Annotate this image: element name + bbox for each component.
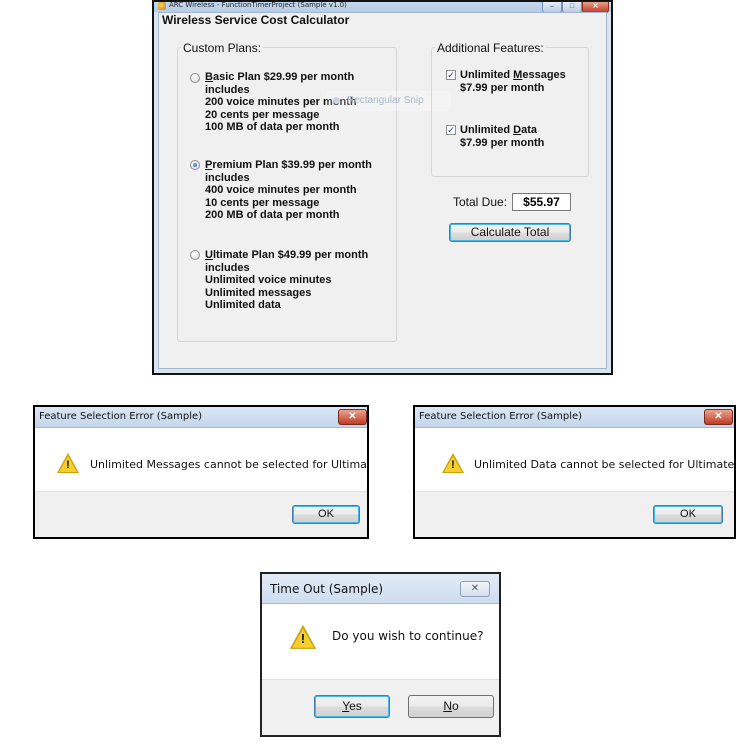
ultimate-plan-radio-icon[interactable]: [190, 250, 200, 260]
yes-rest: es: [349, 699, 362, 713]
page-title: Wireless Service Cost Calculator: [162, 13, 350, 27]
unlimited-messages-option[interactable]: Unlimited Messages $7.99 per month: [460, 69, 566, 94]
custom-plans-label: Custom Plans:: [181, 41, 264, 55]
plan-line: includes: [205, 261, 250, 274]
dialog-message: Do you wish to continue?: [332, 629, 484, 643]
plan-line: 400 voice minutes per month: [205, 184, 357, 196]
premium-plan-option[interactable]: Premium Plan $39.99 per month includes 4…: [205, 159, 372, 222]
dialog-title-bar[interactable]: Time Out (Sample) ✕: [262, 574, 499, 604]
plan-mnemonic: U: [205, 249, 213, 261]
plan-line: Unlimited data: [205, 299, 281, 311]
warning-icon: !: [57, 453, 79, 474]
form-client-area: Wireless Service Cost Calculator Custom …: [158, 12, 607, 369]
minimize-icon: –: [550, 3, 554, 10]
plan-mnemonic: B: [205, 71, 213, 83]
plan-title-rest: asic Plan $29.99 per month: [212, 71, 355, 83]
plan-title-rest: ltimate Plan $49.99 per month: [212, 249, 369, 261]
dialog-close-button[interactable]: ✕: [704, 409, 733, 425]
feature-price: $7.99 per month: [460, 81, 545, 94]
ok-button[interactable]: OK: [292, 505, 360, 524]
unlimited-data-checkbox-icon[interactable]: ✓: [446, 125, 456, 135]
dialog-close-button[interactable]: ✕: [460, 581, 490, 597]
plan-line: Unlimited messages: [205, 286, 312, 299]
feature-rest: essages: [522, 69, 566, 81]
plan-title-rest: remium Plan $39.99 per month: [212, 159, 372, 171]
feature-prefix: Unlimited: [460, 69, 514, 81]
close-icon: ✕: [348, 411, 357, 422]
feature-mnemonic: D: [513, 124, 522, 136]
feature-price: $7.99 per month: [460, 136, 545, 149]
unlimited-messages-checkbox-icon[interactable]: ✓: [446, 70, 456, 80]
maximize-icon: □: [569, 3, 575, 10]
yes-button[interactable]: Yes: [314, 695, 390, 718]
close-icon: ✕: [470, 583, 480, 594]
dialog-title-bar[interactable]: Feature Selection Error (Sample) ✕: [35, 407, 367, 428]
feature-error-dialog-data: Feature Selection Error (Sample) ✕ ! Unl…: [413, 405, 736, 539]
warning-icon: !: [442, 453, 464, 474]
feature-mnemonic: M: [513, 69, 523, 81]
premium-plan-radio-icon[interactable]: [190, 160, 200, 170]
dialog-footer: OK: [35, 491, 367, 537]
no-button[interactable]: No: [408, 695, 494, 718]
total-due-value: $55.97: [512, 193, 571, 211]
dialog-title-bar[interactable]: Feature Selection Error (Sample) ✕: [415, 407, 734, 428]
dialog-title: Feature Selection Error (Sample): [39, 411, 203, 422]
ultimate-plan-option[interactable]: Ultimate Plan $49.99 per month includes …: [205, 249, 368, 312]
main-window: ARC Wireless - FunctionTimerProject (Sam…: [152, 0, 613, 375]
warning-icon: !: [289, 624, 317, 650]
ok-button[interactable]: OK: [653, 505, 723, 524]
total-due-label: Total Due:: [453, 195, 508, 209]
dialog-close-button[interactable]: ✕: [338, 409, 367, 425]
basic-plan-radio-icon[interactable]: [190, 73, 200, 83]
close-icon: ✕: [714, 411, 723, 422]
dialog-message: Unlimited Messages cannot be selected fo…: [90, 458, 367, 471]
timeout-dialog: Time Out (Sample) ✕ ! Do you wish to con…: [260, 572, 501, 737]
plan-line: 10 cents per message: [205, 196, 320, 209]
snip-overlay-label: Rectangular Snip: [347, 95, 424, 106]
dialog-body: ! Unlimited Messages cannot be selected …: [35, 429, 367, 493]
feature-prefix: Unlimited: [460, 124, 514, 136]
dialog-body: ! Unlimited Data cannot be selected for …: [415, 429, 734, 493]
plan-line: 200 MB of data per month: [205, 209, 340, 221]
plan-line: includes: [205, 171, 250, 184]
additional-features-group: [431, 47, 589, 177]
plan-line: 100 MB of data per month: [205, 121, 340, 133]
dialog-body: ! Do you wish to continue?: [262, 605, 499, 679]
feature-rest: ata: [521, 124, 538, 136]
snip-icon: [333, 97, 340, 104]
plan-line: Unlimited voice minutes: [205, 274, 332, 286]
additional-features-label: Additional Features:: [435, 41, 546, 55]
unlimited-data-option[interactable]: Unlimited Data $7.99 per month: [460, 124, 544, 149]
feature-error-dialog-messages: Feature Selection Error (Sample) ✕ ! Unl…: [33, 405, 369, 539]
calculate-total-button[interactable]: Calculate Total: [449, 223, 571, 242]
title-bar[interactable]: ARC Wireless - FunctionTimerProject (Sam…: [154, 1, 611, 13]
dialog-footer: Yes No: [262, 679, 499, 735]
dialog-message: Unlimited Data cannot be selected for Ul…: [474, 458, 736, 471]
no-mnemonic: N: [443, 699, 452, 713]
dialog-title: Feature Selection Error (Sample): [419, 411, 583, 422]
no-rest: o: [451, 699, 459, 713]
dialog-title: Time Out (Sample): [270, 582, 384, 596]
app-icon: [158, 2, 166, 10]
window-title: ARC Wireless - FunctionTimerProject (Sam…: [169, 1, 347, 9]
dialog-footer: OK: [415, 491, 734, 537]
close-icon: ✕: [592, 3, 599, 10]
